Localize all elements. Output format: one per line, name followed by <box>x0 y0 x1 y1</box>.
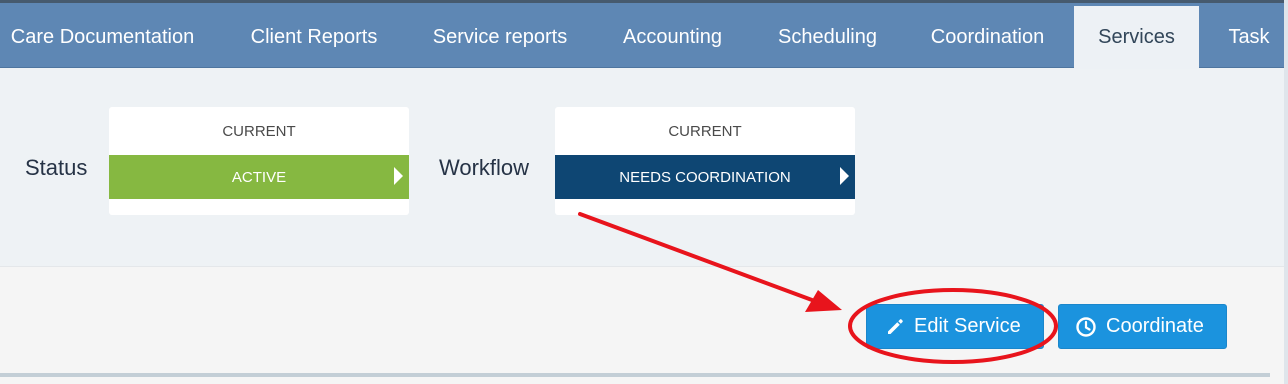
tab-scheduling[interactable]: Scheduling <box>755 6 900 69</box>
tab-accounting[interactable]: Accounting <box>600 6 745 69</box>
coordinate-button[interactable]: Coordinate <box>1058 304 1227 349</box>
tab-label: Services <box>1098 26 1175 48</box>
tab-label: Service reports <box>432 26 568 48</box>
tab-service-reports[interactable]: Service reports <box>410 6 590 69</box>
workflow-value: NEEDS COORDINATION <box>619 168 791 186</box>
page-right-border <box>1284 0 1288 384</box>
clock-icon <box>1075 316 1097 338</box>
app-page: Care Documentation Client Reports Servic… <box>0 0 1288 384</box>
workflow-card: CURRENT NEEDS COORDINATION <box>555 107 855 215</box>
caret-right-icon <box>840 167 849 185</box>
tab-label: Accounting <box>623 26 722 48</box>
workflow-caption: CURRENT <box>668 123 742 140</box>
tab-label: Scheduling <box>778 26 877 48</box>
edit-service-button[interactable]: Edit Service <box>866 304 1044 349</box>
tab-label: Care Documentation <box>10 26 195 48</box>
tab-care-documentation[interactable]: Care Documentation <box>0 6 205 69</box>
top-nav-bar: Care Documentation Client Reports Servic… <box>0 0 1288 69</box>
edit-service-label: Edit Service <box>914 315 1021 337</box>
tab-label: Client Reports <box>250 26 378 48</box>
tab-client-reports[interactable]: Client Reports <box>224 6 404 69</box>
coordinate-label: Coordinate <box>1106 315 1204 337</box>
tab-services[interactable]: Services <box>1074 6 1199 69</box>
workflow-label: Workflow <box>439 155 530 180</box>
panel-divider <box>0 373 1270 377</box>
caret-right-icon <box>394 167 403 185</box>
status-value: ACTIVE <box>231 168 287 186</box>
tab-coordination[interactable]: Coordination <box>910 6 1065 69</box>
tab-label: Task <box>1228 26 1270 48</box>
pencil-icon <box>885 317 905 337</box>
tab-task[interactable]: Task <box>1210 6 1288 69</box>
status-dropdown[interactable]: ACTIVE <box>109 155 409 199</box>
workflow-dropdown[interactable]: NEEDS COORDINATION <box>555 155 855 199</box>
status-card: CURRENT ACTIVE <box>109 107 409 215</box>
tab-label: Coordination <box>930 26 1045 48</box>
status-caption: CURRENT <box>222 123 296 140</box>
status-label: Status <box>25 155 88 180</box>
